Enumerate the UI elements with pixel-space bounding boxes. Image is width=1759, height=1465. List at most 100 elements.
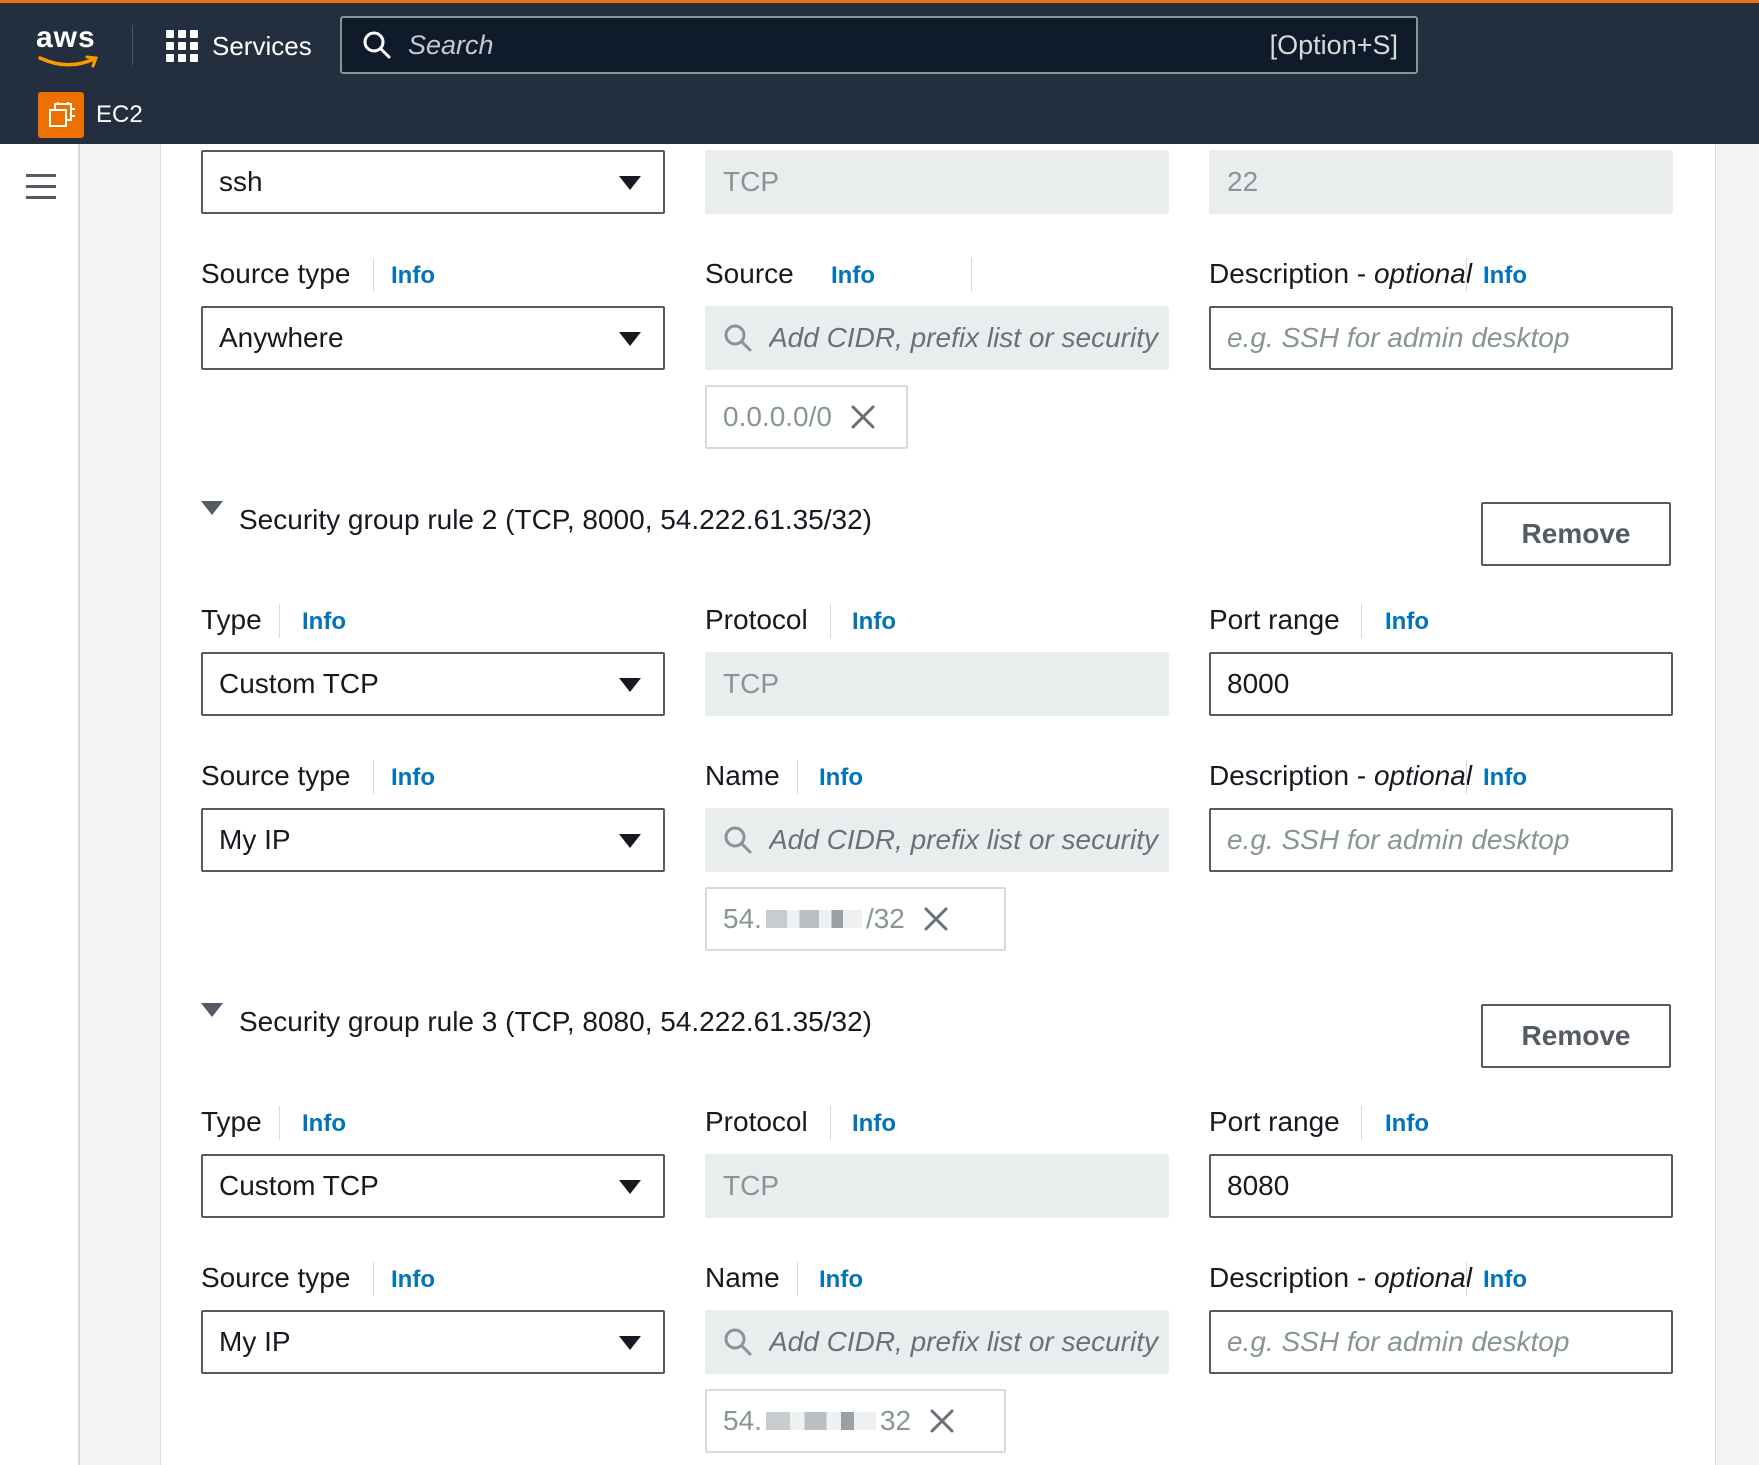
rule1-source-info-link[interactable]: Info	[831, 262, 875, 290]
rule1-source-type-info-link[interactable]: Info	[391, 262, 435, 290]
search-input[interactable]	[406, 28, 1270, 62]
rule2-title: Security group rule 2 (TCP, 8000, 54.222…	[239, 504, 872, 535]
services-label: Services	[212, 30, 312, 61]
rule2-type-select[interactable]: Custom TCP	[201, 652, 665, 716]
rule2-protocol-field: TCP	[705, 652, 1169, 716]
rule3-source-token-suffix: 32	[879, 1405, 912, 1436]
close-icon[interactable]	[923, 906, 949, 932]
triangle-down-icon	[201, 1003, 223, 1017]
rule2-protocol-info-link[interactable]: Info	[852, 608, 896, 636]
rule2-source-type-select[interactable]: My IP	[201, 808, 665, 872]
rule3-expand-header[interactable]: Security group rule 3 (TCP, 8080, 54.222…	[201, 1003, 872, 1038]
close-icon[interactable]	[850, 404, 876, 430]
info-divider	[1466, 760, 1467, 794]
rule3-description-input[interactable]	[1209, 1310, 1673, 1374]
rule3-source-type-info-link[interactable]: Info	[391, 1266, 435, 1294]
info-divider	[1361, 604, 1362, 638]
rule1-source-token: 0.0.0.0/0	[705, 385, 908, 449]
info-divider	[797, 1262, 798, 1296]
info-divider	[1466, 258, 1467, 292]
rule3-port-info-link[interactable]: Info	[1385, 1110, 1429, 1138]
services-button[interactable]: Services	[166, 25, 312, 67]
rule1-description-label: Description - optional	[1209, 258, 1473, 289]
rule3-type-value: Custom TCP	[219, 1170, 379, 1201]
caret-down-icon	[619, 1180, 641, 1194]
rule2-source-type-info-link[interactable]: Info	[391, 764, 435, 792]
info-divider	[373, 1262, 374, 1296]
rule2-description-label: Description - optional	[1209, 760, 1473, 791]
rule3-source-input[interactable]	[767, 1325, 1169, 1359]
rule3-name-info-link[interactable]: Info	[819, 1266, 863, 1294]
top-navigation: aws Services [Option+S]	[0, 0, 1759, 144]
rule3-protocol-info-link[interactable]: Info	[852, 1110, 896, 1138]
rule2-source-type-value: My IP	[219, 824, 291, 855]
caret-down-icon	[619, 834, 641, 848]
rule3-protocol-label: Protocol	[705, 1106, 808, 1137]
rule3-source-token: 54. 32	[705, 1389, 1006, 1453]
rule1-protocol-field: TCP	[705, 150, 1169, 214]
rule2-source-token-prefix: 54.	[723, 903, 762, 934]
ec2-icon	[38, 92, 84, 138]
caret-down-icon	[619, 332, 641, 346]
rule2-port-input[interactable]	[1209, 652, 1673, 716]
search-icon	[724, 826, 752, 854]
grid-icon	[166, 30, 198, 62]
rule1-source-token-value: 0.0.0.0/0	[723, 401, 832, 432]
rule3-description-info-link[interactable]: Info	[1483, 1266, 1527, 1294]
aws-logo-text: aws	[36, 21, 96, 54]
side-navigation-rail	[0, 144, 80, 1465]
global-search[interactable]: [Option+S]	[340, 16, 1418, 74]
rule3-title: Security group rule 3 (TCP, 8080, 54.222…	[239, 1006, 872, 1037]
search-icon	[724, 324, 752, 352]
service-name: EC2	[96, 101, 143, 128]
rule2-source-search[interactable]	[705, 808, 1169, 872]
rule3-source-token-prefix: 54.	[723, 1405, 762, 1436]
rule2-source-type-label: Source type	[201, 760, 351, 791]
rule2-name-info-link[interactable]: Info	[819, 764, 863, 792]
info-divider	[279, 604, 280, 638]
caret-down-icon	[619, 1336, 641, 1350]
rule1-description-input[interactable]	[1209, 306, 1673, 370]
redacted-ip-block	[765, 1412, 876, 1430]
rule2-type-info-link[interactable]: Info	[302, 608, 346, 636]
rule3-remove-button[interactable]: Remove	[1481, 1004, 1671, 1068]
rule2-description-input[interactable]	[1209, 808, 1673, 872]
rule1-type-select[interactable]: ssh	[201, 150, 665, 214]
rule1-source-type-value: Anywhere	[219, 322, 344, 353]
rule1-source-search[interactable]	[705, 306, 1169, 370]
rule3-description-label: Description - optional	[1209, 1262, 1473, 1293]
info-divider	[279, 1106, 280, 1140]
rule3-type-label: Type	[201, 1106, 262, 1137]
rule1-source-label: Source	[705, 258, 794, 289]
close-icon[interactable]	[929, 1408, 955, 1434]
rule2-protocol-label: Protocol	[705, 604, 808, 635]
rule2-name-label: Name	[705, 760, 780, 791]
info-divider	[971, 258, 972, 292]
rule3-type-select[interactable]: Custom TCP	[201, 1154, 665, 1218]
rule2-remove-button[interactable]: Remove	[1481, 502, 1671, 566]
info-divider	[1361, 1106, 1362, 1140]
rule3-port-label: Port range	[1209, 1106, 1340, 1137]
rule3-source-type-label: Source type	[201, 1262, 351, 1293]
rule2-expand-header[interactable]: Security group rule 2 (TCP, 8000, 54.222…	[201, 501, 872, 536]
rule3-type-info-link[interactable]: Info	[302, 1110, 346, 1138]
rule2-description-info-link[interactable]: Info	[1483, 764, 1527, 792]
service-breadcrumb[interactable]: EC2	[38, 91, 143, 139]
search-icon	[724, 1328, 752, 1356]
nav-divider	[132, 25, 133, 65]
rule3-source-type-select[interactable]: My IP	[201, 1310, 665, 1374]
rule3-source-search[interactable]	[705, 1310, 1169, 1374]
info-divider	[797, 760, 798, 794]
info-divider	[1466, 1262, 1467, 1296]
info-divider	[373, 258, 374, 292]
rule2-port-info-link[interactable]: Info	[1385, 608, 1429, 636]
rule1-description-info-link[interactable]: Info	[1483, 262, 1527, 290]
rule2-type-label: Type	[201, 604, 262, 635]
rule1-source-input[interactable]	[767, 321, 1169, 355]
rule3-port-input[interactable]	[1209, 1154, 1673, 1218]
hamburger-menu-icon[interactable]	[26, 174, 56, 207]
rule1-source-type-select[interactable]: Anywhere	[201, 306, 665, 370]
rule2-source-input[interactable]	[767, 823, 1169, 857]
caret-down-icon	[619, 678, 641, 692]
aws-logo[interactable]: aws	[36, 21, 100, 68]
